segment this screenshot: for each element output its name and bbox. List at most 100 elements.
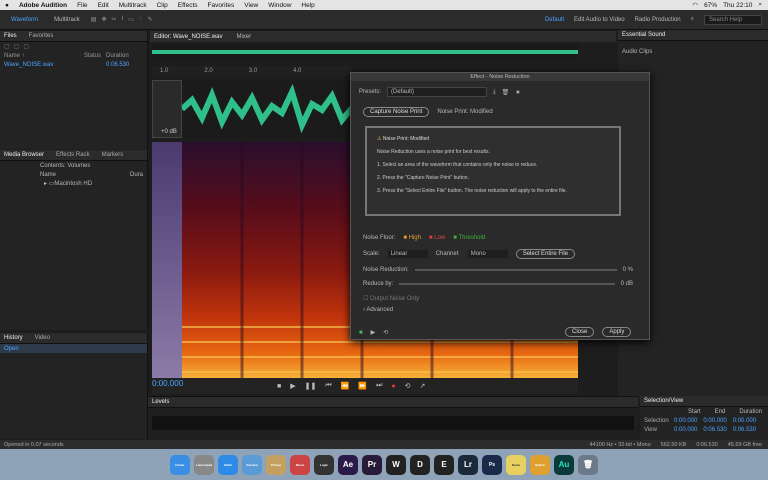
dock-finder[interactable]: Finder bbox=[170, 454, 190, 475]
menu-multitrack[interactable]: Multitrack bbox=[114, 2, 152, 9]
workspace-radio[interactable]: Radio Production bbox=[635, 17, 681, 23]
dock-music[interactable]: Music bbox=[290, 454, 310, 475]
marquee-icon[interactable]: ▭ bbox=[128, 16, 134, 23]
loop-preview-icon[interactable]: ⟲ bbox=[383, 329, 388, 336]
dock-launchpad[interactable]: Launchpad bbox=[194, 454, 214, 475]
spectral-icon[interactable]: ▤ bbox=[91, 16, 97, 23]
hud-panel[interactable]: +0 dB bbox=[152, 80, 182, 138]
history-item-open[interactable]: Open bbox=[0, 344, 147, 353]
battery-percent[interactable]: 67% bbox=[704, 2, 717, 9]
move-tool-icon[interactable]: ✥ bbox=[101, 16, 106, 23]
sv-sel-dur[interactable]: 0:00.000 bbox=[733, 418, 756, 424]
tab-files[interactable]: Files bbox=[4, 33, 17, 39]
col-name[interactable]: Name ↑ bbox=[4, 53, 84, 59]
save-preset-icon[interactable]: ⤓ bbox=[493, 89, 496, 96]
reduce-slider[interactable] bbox=[399, 283, 615, 285]
media-item-hd[interactable]: ▸ ▭ Macintosh HD bbox=[0, 179, 147, 188]
select-entire-file-button[interactable]: Select Entire File bbox=[515, 249, 576, 259]
presets-dropdown[interactable]: (Default) bbox=[387, 87, 488, 97]
wifi-icon[interactable]: ◠ bbox=[692, 1, 698, 9]
menu-view[interactable]: View bbox=[239, 2, 263, 9]
to-end-icon[interactable]: ⏭ bbox=[376, 382, 382, 390]
channel-dropdown[interactable]: Mono bbox=[467, 250, 508, 258]
contents-dropdown[interactable]: Contents: Volumes bbox=[0, 161, 147, 170]
tab-editor[interactable]: Editor: Wave_NOISE.wav bbox=[154, 34, 222, 40]
tab-history[interactable]: History bbox=[4, 335, 23, 341]
output-noise-checkbox[interactable]: ☐ Output Noise Only bbox=[363, 295, 419, 302]
sv-view-start[interactable]: 0:00.000 bbox=[674, 427, 697, 433]
sv-view-dur[interactable]: 0:06.530 bbox=[733, 427, 756, 433]
favorite-icon[interactable]: ★ bbox=[515, 89, 520, 96]
tab-media-browser[interactable]: Media Browser bbox=[4, 152, 44, 158]
essential-sound-title[interactable]: Essential Sound bbox=[622, 32, 665, 38]
import-icon[interactable]: ▢ bbox=[14, 43, 20, 50]
record-icon[interactable]: ● bbox=[391, 383, 395, 390]
brush-icon[interactable]: ✎ bbox=[147, 16, 152, 23]
loop-icon[interactable]: ⟲ bbox=[405, 382, 411, 390]
dock-photos[interactable]: Photos bbox=[266, 454, 286, 475]
dock-lightroom[interactable]: Lr bbox=[458, 454, 478, 475]
spotlight-icon[interactable]: ⌕ bbox=[758, 1, 762, 9]
scale-dropdown[interactable]: Linear bbox=[387, 250, 428, 258]
dock-sketch[interactable]: Sketch bbox=[530, 454, 550, 475]
close-button[interactable]: Close bbox=[565, 327, 595, 337]
dock-logic[interactable]: Logic bbox=[314, 454, 334, 475]
advanced-toggle[interactable]: › Advanced bbox=[363, 307, 393, 313]
overview-waveform[interactable] bbox=[152, 44, 578, 60]
apple-icon[interactable]: ● bbox=[0, 2, 14, 9]
menu-clip[interactable]: Clip bbox=[152, 2, 173, 9]
col-duration[interactable]: Duration bbox=[106, 53, 129, 59]
forward-icon[interactable]: ⏩ bbox=[358, 382, 367, 390]
dock-e-app[interactable]: E bbox=[434, 454, 454, 475]
dock-d-app[interactable]: D bbox=[410, 454, 430, 475]
tab-effects-rack[interactable]: Effects Rack bbox=[56, 152, 90, 158]
file-row[interactable]: Wave_NOISE.wav 0:06.530 bbox=[0, 60, 147, 69]
menu-favorites[interactable]: Favorites bbox=[203, 2, 240, 9]
pause-icon[interactable]: ❚❚ bbox=[305, 382, 317, 390]
sv-view-end[interactable]: 0:06.530 bbox=[703, 427, 726, 433]
lasso-icon[interactable]: ◌ bbox=[139, 16, 143, 23]
power-toggle-icon[interactable]: ■ bbox=[359, 330, 363, 336]
menu-effects[interactable]: Effects bbox=[173, 2, 203, 9]
reduce-value[interactable]: 0 dB bbox=[621, 281, 633, 287]
close-file-icon[interactable]: ▢ bbox=[23, 43, 29, 50]
tab-mixer[interactable]: Mixer bbox=[236, 34, 251, 40]
dock-premiere[interactable]: Pr bbox=[362, 454, 382, 475]
skip-icon[interactable]: ↗ bbox=[420, 382, 426, 390]
tab-favorites[interactable]: Favorites bbox=[29, 33, 54, 39]
workspace-default[interactable]: Default bbox=[545, 17, 564, 23]
col-status[interactable]: Status bbox=[84, 53, 106, 59]
play-icon[interactable]: ▶ bbox=[290, 382, 295, 390]
nr-slider[interactable] bbox=[414, 269, 617, 271]
apply-button[interactable]: Apply bbox=[602, 327, 632, 337]
clock[interactable]: Thu 22:10 bbox=[723, 2, 752, 9]
tab-video[interactable]: Video bbox=[35, 335, 50, 341]
menu-edit[interactable]: Edit bbox=[93, 2, 114, 9]
to-start-icon[interactable]: ⏮ bbox=[325, 382, 331, 390]
sv-sel-end[interactable]: 0:00.000 bbox=[703, 418, 726, 424]
stop-icon[interactable]: ■ bbox=[277, 383, 281, 390]
dock-preview[interactable]: Preview bbox=[242, 454, 262, 475]
rewind-icon[interactable]: ⏪ bbox=[341, 382, 350, 390]
time-select-icon[interactable]: I bbox=[122, 16, 124, 23]
dock-w-app[interactable]: W bbox=[386, 454, 406, 475]
dock-audition[interactable]: Au bbox=[554, 454, 574, 475]
spectral-selection[interactable] bbox=[152, 142, 182, 378]
dock-trash-icon[interactable]: 🗑 bbox=[578, 454, 598, 475]
capture-noise-print-button[interactable]: Capture Noise Print bbox=[363, 107, 430, 117]
search-help-input[interactable]: Search Help bbox=[704, 14, 762, 25]
open-file-icon[interactable]: ▢ bbox=[4, 43, 10, 50]
workspace-edit-video[interactable]: Edit Audio to Video bbox=[574, 17, 625, 23]
waveform-view-button[interactable]: Waveform bbox=[6, 15, 43, 25]
delete-preset-icon[interactable]: 🗑 bbox=[502, 89, 510, 96]
menu-app-name[interactable]: Adobe Audition bbox=[14, 2, 72, 9]
menu-file[interactable]: File bbox=[72, 2, 92, 9]
dock-safari[interactable]: Safari bbox=[218, 454, 238, 475]
razor-tool-icon[interactable]: ✂ bbox=[112, 16, 117, 23]
time-ruler[interactable]: 1.0 2.0 3.0 4.0 bbox=[152, 66, 352, 76]
hud-gain[interactable]: +0 dB bbox=[161, 129, 177, 135]
dock-notes[interactable]: Notes bbox=[506, 454, 526, 475]
sv-sel-start[interactable]: 0:00.000 bbox=[674, 418, 697, 424]
dock-photoshop[interactable]: Ps bbox=[482, 454, 502, 475]
tab-markers[interactable]: Markers bbox=[102, 152, 124, 158]
